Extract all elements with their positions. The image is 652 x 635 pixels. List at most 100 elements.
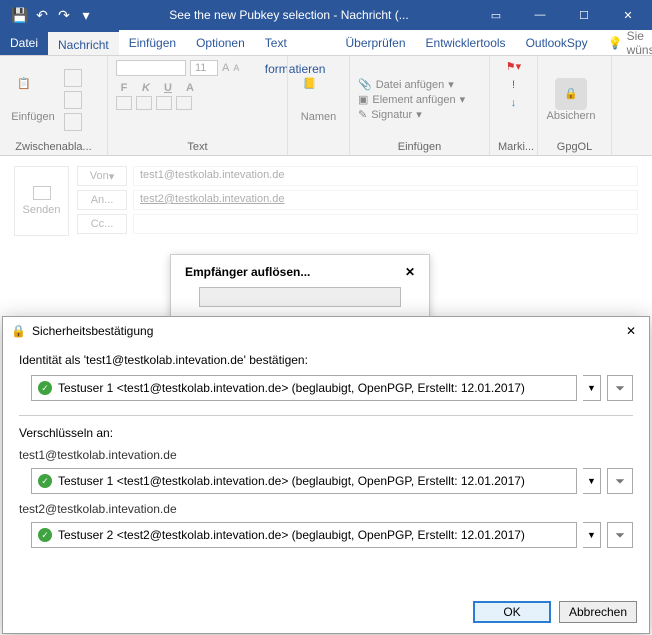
undo-icon[interactable]: ↶ [34, 7, 50, 23]
send-button[interactable]: Senden [14, 166, 69, 236]
tab-insert[interactable]: Einfügen [119, 30, 186, 55]
recipient-filter-button-1[interactable]: ⏷ [607, 522, 633, 548]
group-clipboard: 📋 Einfügen Zwischenabla... [0, 56, 108, 155]
from-label: Von [90, 170, 109, 182]
group-names-label [296, 139, 341, 153]
send-label: Senden [23, 204, 61, 216]
identity-key-dropdown[interactable]: ▼ [583, 375, 601, 401]
recipient-email-1: test2@testkolab.intevation.de [19, 502, 633, 516]
group-include-label: Einfügen [358, 139, 481, 153]
recipient-filter-button-0[interactable]: ⏷ [607, 468, 633, 494]
identity-key-select[interactable]: ✓ Testuser 1 <test1@testkolab.intevation… [31, 375, 577, 401]
attach-file-label: Datei anfügen [376, 79, 445, 91]
font-color-button[interactable]: A [182, 82, 198, 94]
signature-label: Signatur [371, 109, 412, 121]
followup-flag-icon[interactable]: ⚑▾ [506, 60, 521, 73]
tab-review[interactable]: Überprüfen [335, 30, 415, 55]
tab-outlookspy[interactable]: OutlookSpy [516, 30, 598, 55]
resolve-progress [199, 287, 401, 307]
security-confirmation-dialog: 🔒 Sicherheitsbestätigung ✕ Identität als… [2, 316, 650, 634]
tab-message[interactable]: Nachricht [48, 30, 119, 55]
chevron-down-icon: ▾ [448, 78, 454, 91]
dialog-content: Identität als 'test1@testkolab.intevatio… [3, 345, 649, 593]
font-family-select[interactable] [116, 60, 186, 76]
underline-button[interactable]: U [160, 82, 176, 94]
numbering-button[interactable] [136, 96, 152, 110]
dialog-title: Sicherheitsbestätigung [32, 324, 621, 338]
redo-icon[interactable]: ↷ [56, 7, 72, 23]
from-button[interactable]: Von ▾ [77, 166, 127, 186]
funnel-icon: ⏷ [615, 381, 625, 396]
signature-icon: ✎ [358, 108, 367, 121]
tab-options[interactable]: Optionen [186, 30, 255, 55]
group-tags-label: Marki... [498, 139, 529, 153]
bullets-button[interactable] [116, 96, 132, 110]
ribbon-tabs: Datei Nachricht Einfügen Optionen Text f… [0, 30, 652, 56]
group-text: 11 A A F K U A Text [108, 56, 288, 155]
from-value: test1@testkolab.intevation.de [133, 166, 638, 186]
tell-me[interactable]: 💡Sie wünsch [598, 30, 652, 55]
cancel-button[interactable]: Abbrechen [559, 601, 637, 623]
group-text-label: Text [116, 139, 279, 153]
paperclip-icon: 📎 [358, 78, 372, 91]
encrypt-label: Verschlüsseln an: [19, 426, 633, 440]
minimize-icon[interactable]: — [520, 3, 560, 27]
maximize-icon[interactable]: ☐ [564, 3, 604, 27]
tab-format-text[interactable]: Text formatieren [255, 30, 336, 55]
dialog-buttons: OK Abbrechen [473, 601, 637, 623]
tab-devtools[interactable]: Entwicklertools [416, 30, 516, 55]
increase-indent-button[interactable] [176, 96, 192, 110]
window-controls: ▭ — ☐ ✕ [476, 3, 648, 27]
recipient-key-dropdown-0[interactable]: ▼ [583, 468, 601, 494]
resolve-close-icon[interactable]: ✕ [405, 265, 415, 279]
to-button[interactable]: An... [77, 190, 127, 210]
identity-key-text: Testuser 1 <test1@testkolab.intevation.d… [58, 381, 570, 395]
group-include: 📎 Datei anfügen ▾ ▣Element anfügen ▾ ✎ Sig… [350, 56, 490, 155]
high-importance-icon[interactable]: ! [512, 79, 515, 91]
save-icon[interactable]: 💾 [12, 7, 28, 23]
dialog-close-icon[interactable]: ✕ [621, 324, 641, 338]
dialog-titlebar: 🔒 Sicherheitsbestätigung ✕ [3, 317, 649, 345]
paste-icon: 📋 [17, 77, 49, 109]
cc-field[interactable] [133, 214, 638, 234]
secure-button[interactable]: 🔒 Absichern [546, 78, 596, 122]
clipboard-small [64, 69, 82, 131]
quick-access-toolbar: 💾 ↶ ↷ ▾ [4, 7, 102, 23]
item-icon: ▣ [358, 93, 368, 106]
recipient-key-select-0[interactable]: ✓ Testuser 1 <test1@testkolab.intevation… [31, 468, 577, 494]
low-importance-icon[interactable]: ↓ [511, 97, 517, 109]
paste-label: Einfügen [11, 111, 54, 123]
grow-font-icon[interactable]: A [222, 62, 229, 74]
paste-button[interactable]: 📋 Einfügen [8, 77, 58, 123]
window-title: See the new Pubkey selection - Nachricht… [102, 8, 476, 22]
recipient-key-dropdown-1[interactable]: ▼ [583, 522, 601, 548]
bold-button[interactable]: F [116, 82, 132, 94]
identity-filter-button[interactable]: ⏷ [607, 375, 633, 401]
recipient-key-text-1: Testuser 2 <test2@testkolab.intevation.d… [58, 528, 570, 542]
shrink-font-icon[interactable]: A [233, 63, 239, 73]
attach-item-button[interactable]: ▣Element anfügen ▾ [358, 93, 465, 106]
group-gpgol-label: GpgOL [546, 139, 603, 153]
font-size-select[interactable]: 11 [190, 60, 218, 76]
resolve-title: Empfänger auflösen... [185, 265, 310, 279]
to-field[interactable]: test2@testkolab.intevation.de [133, 190, 638, 210]
separator [19, 415, 633, 416]
chevron-down-icon: ▾ [460, 93, 466, 106]
decrease-indent-button[interactable] [156, 96, 172, 110]
names-button[interactable]: 📒 Namen [296, 77, 341, 123]
ribbon-display-icon[interactable]: ▭ [476, 3, 516, 27]
lightbulb-icon: 💡 [608, 36, 623, 50]
signature-button[interactable]: ✎Signatur ▾ [358, 108, 465, 121]
recipient-key-select-1[interactable]: ✓ Testuser 2 <test2@testkolab.intevation… [31, 522, 577, 548]
tab-file[interactable]: Datei [0, 30, 48, 55]
cut-button[interactable] [64, 69, 82, 87]
format-painter-button[interactable] [64, 113, 82, 131]
copy-button[interactable] [64, 91, 82, 109]
qat-more-icon[interactable]: ▾ [78, 7, 94, 23]
ok-button[interactable]: OK [473, 601, 551, 623]
attach-file-button[interactable]: 📎 Datei anfügen ▾ [358, 78, 465, 91]
verified-check-icon: ✓ [38, 381, 52, 395]
close-icon[interactable]: ✕ [608, 3, 648, 27]
cc-button[interactable]: Cc... [77, 214, 127, 234]
italic-button[interactable]: K [138, 82, 154, 94]
